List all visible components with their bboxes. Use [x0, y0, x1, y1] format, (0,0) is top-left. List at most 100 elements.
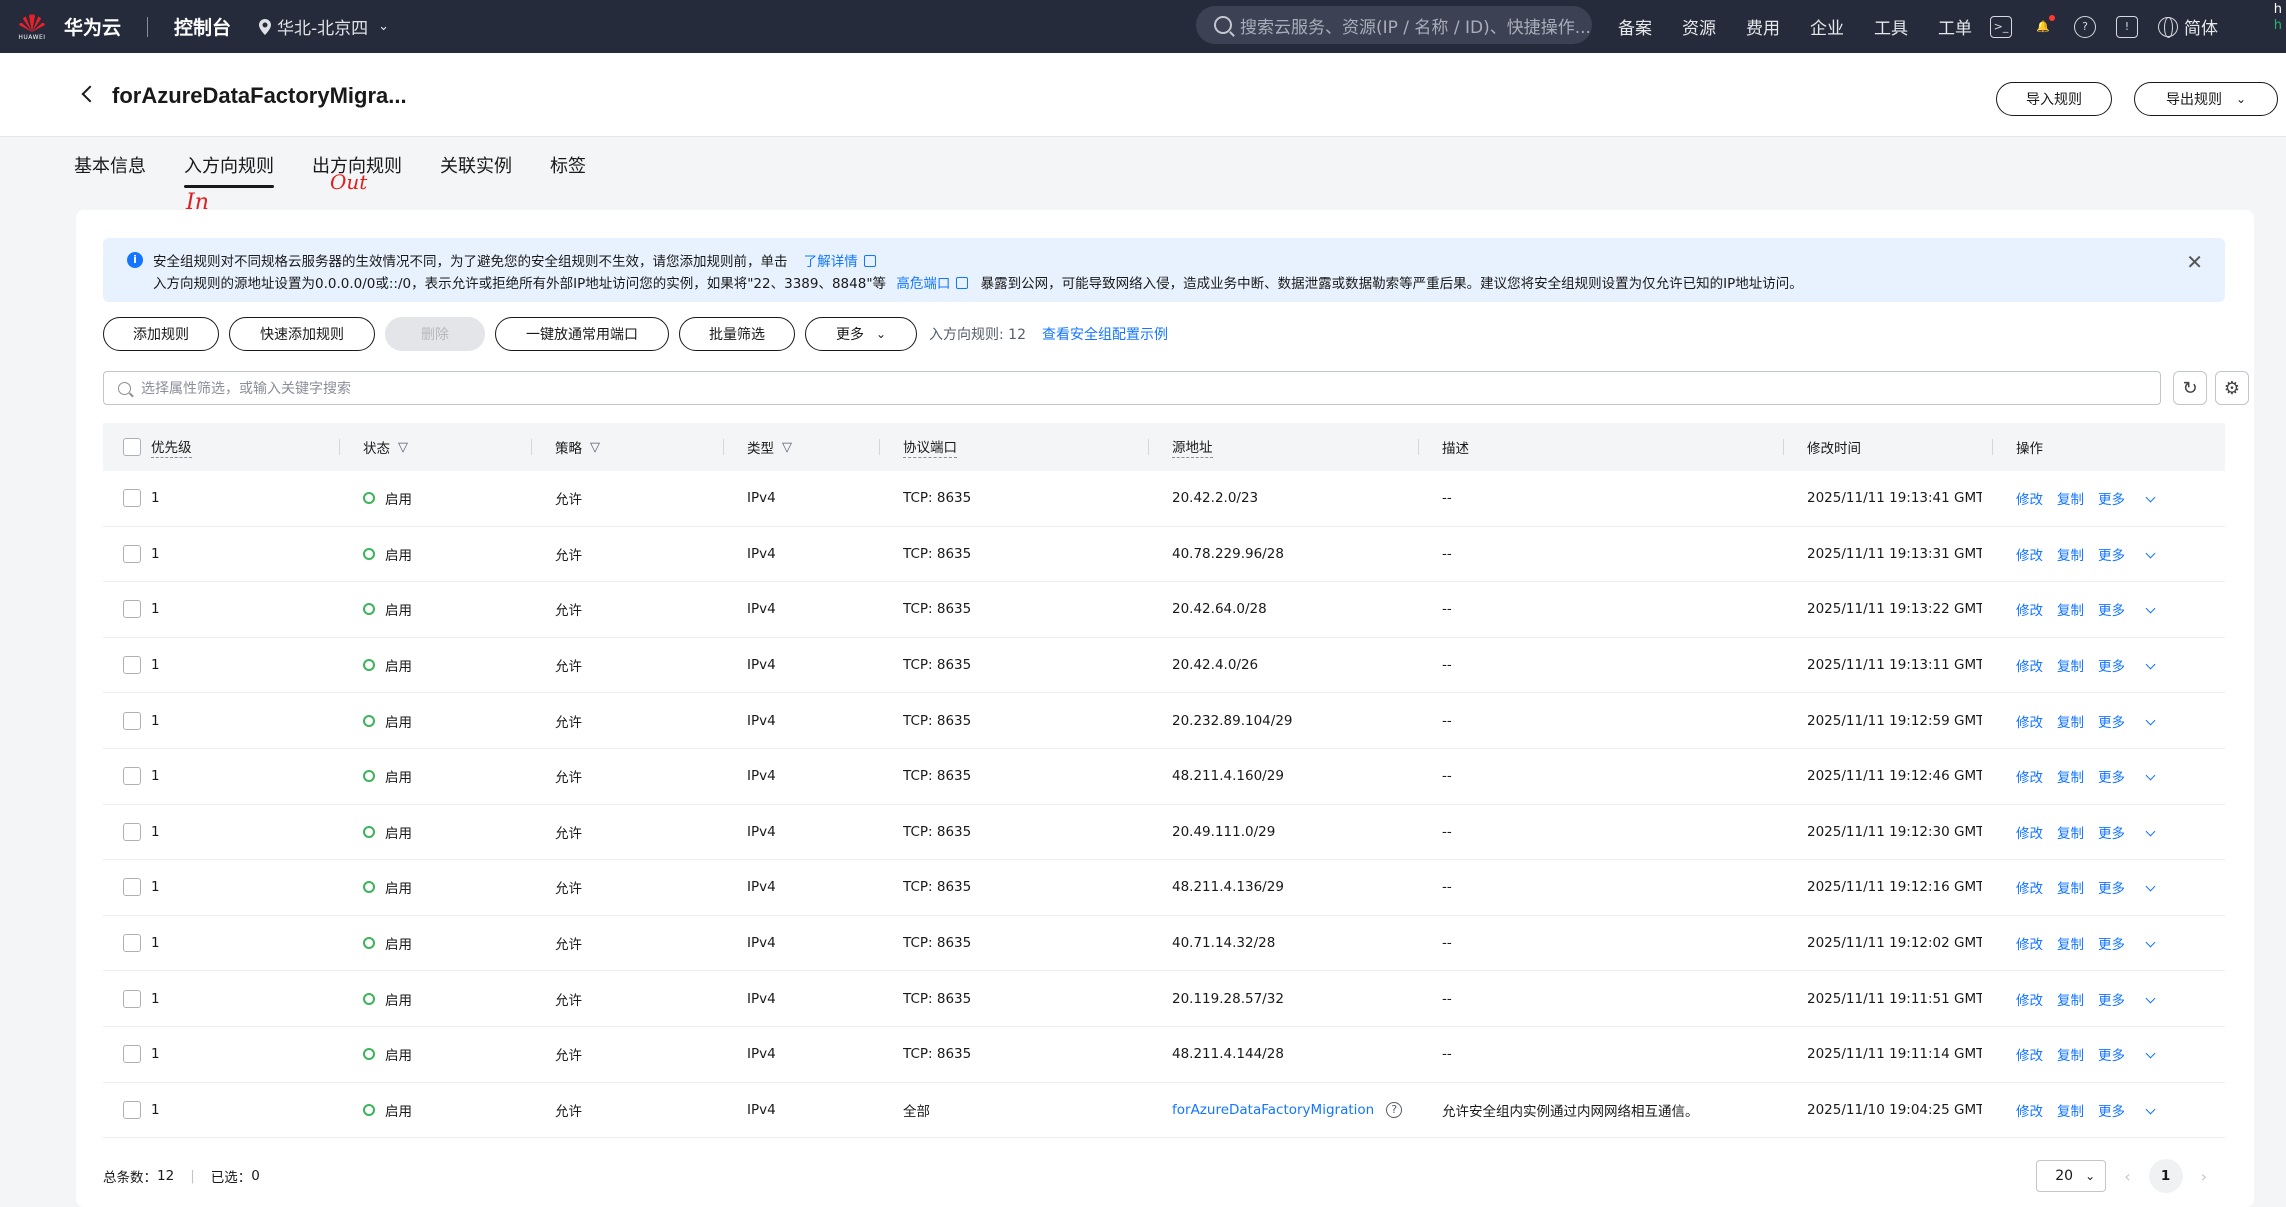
row-checkbox[interactable]: [123, 822, 141, 841]
more-link[interactable]: 更多: [2098, 655, 2156, 675]
import-rules-button[interactable]: 导入规则: [1996, 82, 2112, 116]
select-all-checkbox[interactable]: [123, 438, 141, 456]
row-checkbox[interactable]: [123, 934, 141, 953]
feedback-icon[interactable]: !: [2116, 15, 2138, 38]
terminal-icon[interactable]: >_: [1990, 15, 2012, 38]
bell-icon[interactable]: 🔔: [2032, 14, 2055, 38]
edit-link[interactable]: 修改: [2016, 488, 2043, 508]
nav-filing[interactable]: 备案: [1618, 14, 1652, 39]
copy-link[interactable]: 复制: [2057, 877, 2084, 897]
col-source[interactable]: 源地址: [1172, 423, 1213, 471]
current-page[interactable]: 1: [2148, 1159, 2183, 1193]
refresh-button[interactable]: ↻: [2173, 371, 2207, 405]
row-checkbox[interactable]: [123, 878, 141, 897]
more-link[interactable]: 更多: [2098, 1044, 2156, 1064]
selection-summary: 总条数： 12 | 已选： 0: [103, 1158, 260, 1194]
copy-link[interactable]: 复制: [2057, 933, 2084, 953]
view-example-link[interactable]: 查看安全组配置示例: [1042, 324, 1168, 344]
settings-button[interactable]: ⚙: [2215, 371, 2249, 405]
edit-link[interactable]: 修改: [2016, 1100, 2043, 1120]
row-checkbox[interactable]: [123, 544, 141, 563]
high-risk-ports-link[interactable]: 高危端口: [896, 276, 969, 292]
help-icon[interactable]: ?: [2074, 15, 2096, 38]
edit-link[interactable]: 修改: [2016, 655, 2043, 675]
global-search-input[interactable]: 搜索云服务、资源(IP / 名称 / ID)、快捷操作...: [1196, 6, 1592, 44]
edit-link[interactable]: 修改: [2016, 766, 2043, 786]
copy-link[interactable]: 复制: [2057, 766, 2084, 786]
nav-enterprise[interactable]: 企业: [1810, 14, 1844, 39]
next-page-icon[interactable]: ›: [2201, 1167, 2207, 1186]
more-link[interactable]: 更多: [2098, 488, 2156, 509]
row-checkbox[interactable]: [123, 989, 141, 1008]
edit-link[interactable]: 修改: [2016, 822, 2043, 842]
more-link[interactable]: 更多: [2098, 877, 2156, 897]
console-link[interactable]: 控制台: [174, 13, 231, 40]
tab-tags[interactable]: 标签: [550, 152, 586, 188]
tab-associated-instances[interactable]: 关联实例: [440, 152, 512, 188]
cell-status: 启用: [363, 1027, 412, 1082]
filter-icon[interactable]: ▽: [590, 440, 600, 455]
huawei-logo[interactable]: HUAWEI: [14, 9, 50, 45]
more-link[interactable]: 更多: [2098, 822, 2156, 842]
more-link[interactable]: 更多: [2098, 766, 2156, 786]
nav-tools[interactable]: 工具: [1874, 14, 1908, 39]
page-size-select[interactable]: 20 ⌄: [2036, 1160, 2107, 1192]
nav-resources[interactable]: 资源: [1682, 14, 1716, 39]
delete-button[interactable]: 删除: [385, 317, 485, 351]
row-checkbox[interactable]: [123, 1100, 141, 1119]
brand-name[interactable]: 华为云: [64, 13, 121, 40]
tab-basic-info[interactable]: 基本信息: [74, 152, 146, 188]
nav-billing[interactable]: 费用: [1746, 14, 1780, 39]
edit-link[interactable]: 修改: [2016, 933, 2043, 953]
more-link[interactable]: 更多: [2098, 989, 2156, 1009]
nav-tickets[interactable]: 工单: [1938, 14, 1972, 39]
copy-link[interactable]: 复制: [2057, 655, 2084, 675]
prev-page-icon[interactable]: ‹: [2124, 1167, 2130, 1186]
more-link[interactable]: 更多: [2098, 933, 2156, 953]
language-selector[interactable]: 简体: [2158, 14, 2218, 39]
col-port[interactable]: 协议端口: [903, 423, 957, 471]
copy-link[interactable]: 复制: [2057, 711, 2084, 731]
security-group-link[interactable]: forAzureDataFactoryMigration: [1172, 1102, 1374, 1118]
close-icon[interactable]: ✕: [2186, 250, 2203, 274]
col-priority[interactable]: 优先级: [151, 423, 192, 471]
add-rule-button[interactable]: 添加规则: [103, 317, 219, 351]
allow-common-ports-button[interactable]: 一键放通常用端口: [495, 317, 669, 351]
copy-link[interactable]: 复制: [2057, 1044, 2084, 1064]
edit-link[interactable]: 修改: [2016, 711, 2043, 731]
edit-link[interactable]: 修改: [2016, 599, 2043, 619]
edit-link[interactable]: 修改: [2016, 1044, 2043, 1064]
copy-link[interactable]: 复制: [2057, 544, 2084, 564]
filter-search-input[interactable]: 选择属性筛选，或输入关键字搜索: [103, 371, 2161, 405]
edit-link[interactable]: 修改: [2016, 877, 2043, 897]
row-checkbox[interactable]: [123, 711, 141, 730]
copy-link[interactable]: 复制: [2057, 599, 2084, 619]
export-rules-button[interactable]: 导出规则 ⌄: [2134, 82, 2278, 116]
more-link[interactable]: 更多: [2098, 711, 2156, 731]
batch-filter-button[interactable]: 批量筛选: [679, 317, 795, 351]
filter-icon[interactable]: ▽: [782, 440, 792, 455]
learn-more-link[interactable]: 了解详情: [804, 254, 876, 270]
more-link[interactable]: 更多: [2098, 1100, 2156, 1120]
quick-add-rule-button[interactable]: 快速添加规则: [229, 317, 375, 351]
copy-link[interactable]: 复制: [2057, 1100, 2084, 1120]
copy-link[interactable]: 复制: [2057, 822, 2084, 842]
more-label: 更多: [2098, 492, 2125, 509]
help-icon[interactable]: ?: [1386, 1101, 1403, 1118]
copy-link[interactable]: 复制: [2057, 488, 2084, 508]
row-checkbox[interactable]: [123, 600, 141, 619]
more-link[interactable]: 更多: [2098, 544, 2156, 564]
back-arrow-icon[interactable]: [80, 83, 98, 105]
tab-inbound-rules[interactable]: 入方向规则: [184, 152, 274, 188]
edit-link[interactable]: 修改: [2016, 989, 2043, 1009]
copy-link[interactable]: 复制: [2057, 989, 2084, 1009]
row-checkbox[interactable]: [123, 767, 141, 786]
row-checkbox[interactable]: [123, 656, 141, 675]
filter-icon[interactable]: ▽: [398, 440, 408, 455]
more-actions-button[interactable]: 更多 ⌄: [805, 317, 917, 351]
row-checkbox[interactable]: [123, 1045, 141, 1064]
more-link[interactable]: 更多: [2098, 599, 2156, 619]
row-checkbox[interactable]: [123, 489, 141, 508]
region-selector[interactable]: 华北-北京四 ⌄: [259, 14, 389, 39]
edit-link[interactable]: 修改: [2016, 544, 2043, 564]
